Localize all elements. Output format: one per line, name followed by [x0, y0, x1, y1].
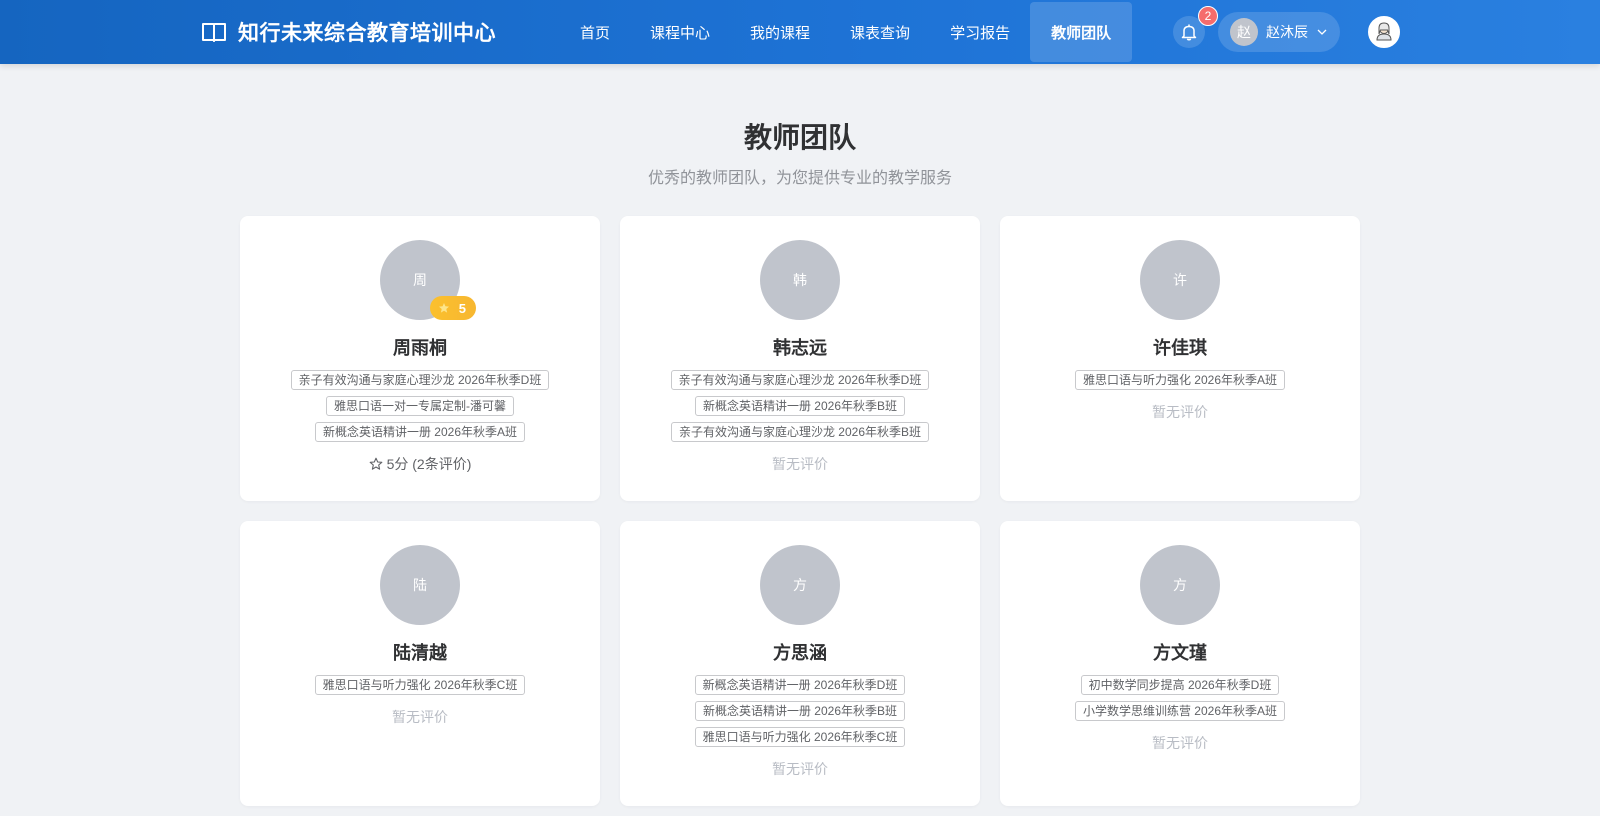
no-rating-text: 暂无评价: [772, 456, 828, 472]
course-tags: 雅思口语与听力强化 2026年秋季C班: [314, 675, 526, 701]
no-rating-text: 暂无评价: [1152, 404, 1208, 420]
top-navbar: 知行未来综合教育培训中心 首页 课程中心 我的课程 课表查询 学习报告 教师团队…: [0, 0, 1600, 64]
course-tag: 新概念英语精讲一册 2026年秋季B班: [694, 396, 906, 416]
teacher-name: 韩志远: [773, 338, 827, 358]
nav-teachers[interactable]: 教师团队: [1030, 2, 1133, 62]
teacher-name: 方文瑾: [1153, 643, 1207, 663]
course-tag: 新概念英语精讲一册 2026年秋季A班: [314, 422, 526, 442]
nav-schedule[interactable]: 课表查询: [830, 0, 930, 64]
nav-course-center[interactable]: 课程中心: [630, 0, 730, 64]
course-tag: 新概念英语精讲一册 2026年秋季D班: [694, 675, 906, 695]
teacher-avatar: 韩: [760, 240, 840, 320]
course-tags: 雅思口语与听力强化 2026年秋季A班: [1074, 370, 1286, 396]
rating-badge-value: 5: [458, 300, 466, 316]
teacher-grid: 周 5 周雨桐 亲子有效沟通与家庭心理沙龙 2026年秋季D班 雅思口语一对一专…: [240, 216, 1360, 806]
course-tags: 亲子有效沟通与家庭心理沙龙 2026年秋季D班 新概念英语精讲一册 2026年秋…: [670, 370, 930, 448]
teacher-rating: 5分 (2条评价): [369, 454, 472, 474]
person-avatar-icon: [1370, 18, 1398, 46]
brand[interactable]: 知行未来综合教育培训中心: [200, 0, 496, 64]
teacher-name: 陆清越: [393, 643, 447, 663]
teacher-name: 方思涵: [773, 643, 827, 663]
nav-home[interactable]: 首页: [560, 0, 630, 64]
notification-badge: 2: [1198, 6, 1218, 26]
teacher-avatar-wrap: 方: [760, 545, 840, 625]
teacher-avatar-wrap: 许: [1140, 240, 1220, 320]
teacher-card[interactable]: 周 5 周雨桐 亲子有效沟通与家庭心理沙龙 2026年秋季D班 雅思口语一对一专…: [240, 216, 600, 501]
teacher-avatar: 方: [760, 545, 840, 625]
course-tag: 雅思口语与听力强化 2026年秋季A班: [1074, 370, 1286, 390]
user-menu[interactable]: 赵 赵沐辰: [1218, 12, 1340, 52]
course-tags: 亲子有效沟通与家庭心理沙龙 2026年秋季D班 雅思口语一对一专属定制-潘可馨 …: [290, 370, 550, 448]
course-tag: 雅思口语与听力强化 2026年秋季C班: [314, 675, 526, 695]
course-tag: 亲子有效沟通与家庭心理沙龙 2026年秋季D班: [670, 370, 930, 390]
no-rating-text: 暂无评价: [392, 709, 448, 725]
course-tags: 初中数学同步提高 2026年秋季D班 小学数学思维训练营 2026年秋季A班: [1074, 675, 1286, 727]
course-tag: 初中数学同步提高 2026年秋季D班: [1080, 675, 1280, 695]
course-tags: 新概念英语精讲一册 2026年秋季D班 新概念英语精讲一册 2026年秋季B班 …: [694, 675, 906, 753]
teacher-name: 许佳琪: [1153, 338, 1207, 358]
user-name: 赵沐辰: [1266, 24, 1308, 40]
star-outline-icon: [369, 457, 382, 470]
teacher-avatar-wrap: 陆: [380, 545, 460, 625]
teacher-avatar-wrap: 韩: [760, 240, 840, 320]
teacher-card[interactable]: 韩 韩志远 亲子有效沟通与家庭心理沙龙 2026年秋季D班 新概念英语精讲一册 …: [620, 216, 980, 501]
teacher-avatar-wrap: 周 5: [380, 240, 476, 320]
course-tag: 小学数学思维训练营 2026年秋季A班: [1074, 701, 1286, 721]
page-title: 教师团队: [743, 122, 856, 153]
no-rating-text: 暂无评价: [772, 761, 828, 777]
course-tag: 亲子有效沟通与家庭心理沙龙 2026年秋季D班: [290, 370, 550, 390]
brand-title: 知行未来综合教育培训中心: [238, 22, 496, 45]
bell-icon: [1181, 24, 1197, 41]
course-tag: 亲子有效沟通与家庭心理沙龙 2026年秋季B班: [670, 422, 930, 442]
rating-badge: 5: [430, 296, 476, 320]
nav-my-courses[interactable]: 我的课程: [730, 0, 830, 64]
profile-avatar[interactable]: [1368, 16, 1400, 48]
no-rating-text: 暂无评价: [1152, 735, 1208, 751]
chevron-down-icon: [1317, 29, 1327, 35]
user-avatar: 赵: [1230, 18, 1258, 46]
star-icon: [439, 303, 449, 313]
teacher-card[interactable]: 方 方文瑾 初中数学同步提高 2026年秋季D班 小学数学思维训练营 2026年…: [1000, 521, 1360, 806]
teacher-card[interactable]: 方 方思涵 新概念英语精讲一册 2026年秋季D班 新概念英语精讲一册 2026…: [620, 521, 980, 806]
teacher-card[interactable]: 许 许佳琪 雅思口语与听力强化 2026年秋季A班 暂无评价: [1000, 216, 1360, 501]
nav-study-report[interactable]: 学习报告: [930, 0, 1030, 64]
teacher-avatar: 方: [1140, 545, 1220, 625]
teacher-card[interactable]: 陆 陆清越 雅思口语与听力强化 2026年秋季C班 暂无评价: [240, 521, 600, 806]
rating-text: 5分 (2条评价): [386, 456, 472, 472]
book-open-icon: [202, 23, 226, 42]
page-subtitle: 优秀的教师团队，为您提供专业的教学服务: [647, 170, 952, 187]
course-tag: 新概念英语精讲一册 2026年秋季B班: [694, 701, 906, 721]
main-nav: 首页 课程中心 我的课程 课表查询 学习报告 教师团队: [560, 0, 1133, 64]
course-tag: 雅思口语一对一专属定制-潘可馨: [325, 396, 514, 416]
teacher-avatar: 许: [1140, 240, 1220, 320]
course-tag: 雅思口语与听力强化 2026年秋季C班: [694, 727, 906, 747]
teacher-name: 周雨桐: [393, 338, 447, 358]
teacher-avatar-wrap: 方: [1140, 545, 1220, 625]
teacher-avatar: 陆: [380, 545, 460, 625]
